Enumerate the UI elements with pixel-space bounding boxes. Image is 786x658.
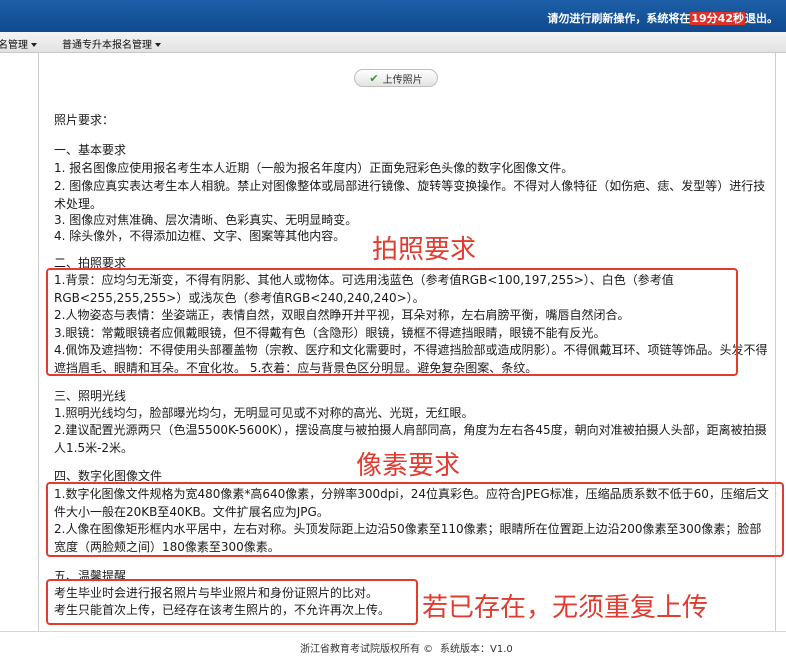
- upload-photo-button[interactable]: ✔ 上传照片: [354, 69, 438, 87]
- top-header-bar: 请勿进行刷新操作，系统将在19分42秒退出。: [0, 0, 786, 32]
- notice-suffix: 退出。: [745, 12, 778, 25]
- menu-item-upgrade-registration[interactable]: 普通专升本报名管理: [62, 36, 161, 51]
- check-icon: ✔: [369, 71, 379, 85]
- section-title: 三、照明光线: [54, 389, 127, 403]
- requirement-line: 1. 报名图像应使用报名考生本人近期（一般为报名年度内）正面免冠彩色头像的数字化…: [54, 161, 574, 175]
- page-heading: 照片要求：: [54, 113, 115, 127]
- version-text: 系统版本：V1.0: [440, 644, 513, 655]
- requirement-line: 1.照明光线均匀，脸部曝光均匀，无明显可见或不对称的高光、光斑，无红眼。: [54, 406, 474, 420]
- section-title: 一、基本要求: [54, 143, 127, 157]
- requirement-line: 4. 除头像外，不得添加边框、文字、图案等其他内容。: [54, 229, 346, 243]
- footer: 浙江省教育考试院版权所有 © 系统版本：V1.0: [0, 631, 786, 658]
- requirement-line: 2. 图像应真实表达考生本人相貌。禁止对图像整体或局部进行镜像、旋转等变换操作。…: [54, 179, 766, 211]
- annotation-box-upload-once: [46, 579, 418, 625]
- chevron-down-icon: [31, 43, 37, 47]
- annotation-box-pixel-requirements: [46, 482, 784, 557]
- menu-item-label: 普通专升本报名管理: [62, 40, 152, 51]
- countdown-timer: 19分42秒: [690, 12, 745, 25]
- copyright-text: 浙江省教育考试院版权所有 ©: [300, 644, 434, 655]
- notice-prefix: 请勿进行刷新操作，系统将在: [547, 12, 691, 25]
- chevron-down-icon: [155, 43, 161, 47]
- menu-item-registration-management[interactable]: 名管理: [0, 36, 37, 51]
- logout-notice: 请勿进行刷新操作，系统将在19分42秒退出。: [547, 10, 778, 26]
- menu-item-label: 名管理: [0, 40, 28, 51]
- annotation-box-photo-requirements: [46, 268, 738, 376]
- upload-button-label: 上传照片: [382, 74, 423, 86]
- annotation-no-repeat-upload: 若已存在，无须重复上传: [422, 593, 709, 623]
- annotation-pixel-requirements: 像素要求: [356, 451, 461, 481]
- menu-bar: 名管理 普通专升本报名管理: [0, 32, 786, 53]
- annotation-photo-requirements: 拍照要求: [372, 235, 477, 265]
